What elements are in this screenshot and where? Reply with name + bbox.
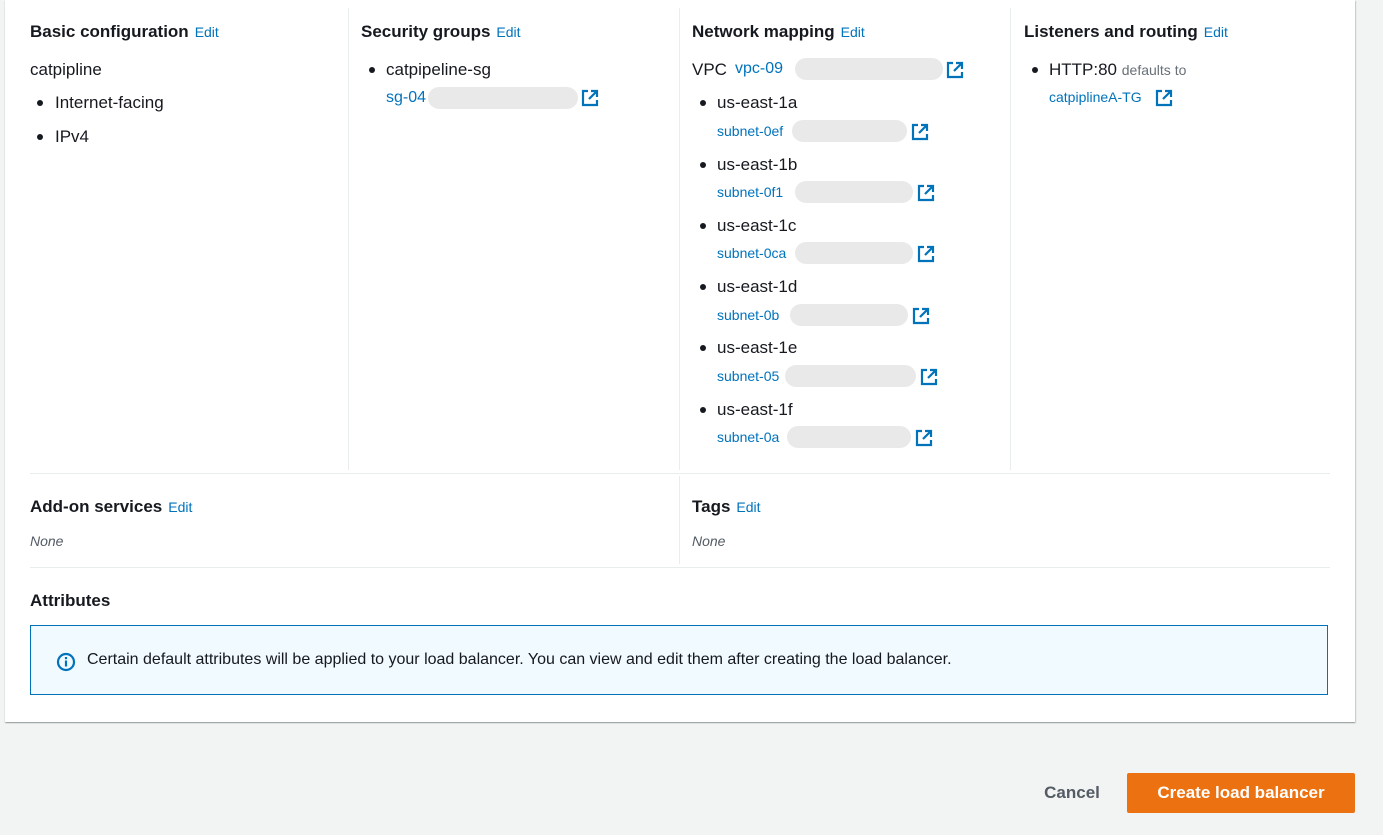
availability-zone: us-east-1c [717, 216, 797, 235]
load-balancer-name: catpipline [30, 60, 102, 79]
basic-configuration-title: Basic configuration Edit [30, 22, 219, 42]
vpc-label: VPC [692, 60, 727, 79]
column-divider [679, 8, 680, 470]
list-bullet [700, 284, 706, 290]
attributes-title: Attributes [30, 591, 111, 610]
availability-zone: us-east-1e [717, 338, 798, 357]
external-link-icon[interactable] [1155, 89, 1173, 107]
external-link-icon[interactable] [917, 184, 935, 202]
availability-zone: us-east-1f [717, 400, 793, 419]
basic-configuration-label: Basic configuration [30, 22, 189, 41]
cancel-button[interactable]: Cancel [1030, 774, 1114, 812]
external-link-icon[interactable] [946, 61, 964, 79]
redacted-value [795, 242, 913, 264]
column-divider [1010, 8, 1011, 470]
list-bullet [700, 407, 706, 413]
subnet-id-link[interactable]: subnet-05 [717, 368, 779, 384]
list-bullet [700, 345, 706, 351]
security-group-name: catpipeline-sg [386, 60, 491, 79]
security-group-id-link[interactable]: sg-04 [386, 89, 426, 107]
security-groups-title: Security groups Edit [361, 22, 521, 42]
list-bullet [37, 100, 43, 106]
list-bullet [700, 162, 706, 168]
addon-services-edit-link[interactable]: Edit [168, 499, 192, 515]
ip-address-type-value: IPv4 [55, 127, 90, 146]
defaults-to-label: defaults to [1121, 62, 1187, 78]
list-bullet [700, 100, 706, 106]
security-groups-edit-link[interactable]: Edit [496, 24, 520, 40]
addon-services-value: None [30, 533, 64, 549]
attributes-info-text: Certain default attributes will be appli… [87, 651, 952, 668]
redacted-value [795, 181, 913, 203]
addon-services-title: Add-on services Edit [30, 497, 192, 517]
availability-zone: us-east-1d [717, 277, 798, 296]
external-link-icon[interactable] [917, 245, 935, 263]
external-link-icon[interactable] [915, 429, 933, 447]
listeners-routing-label: Listeners and routing [1024, 22, 1198, 41]
redacted-value [787, 426, 911, 448]
redacted-value [792, 120, 907, 142]
network-mapping-title: Network mapping Edit [692, 22, 865, 42]
redacted-value [428, 87, 578, 109]
listeners-routing-edit-link[interactable]: Edit [1204, 24, 1228, 40]
info-icon [56, 652, 76, 672]
subnet-id-link[interactable]: subnet-0ef [717, 123, 783, 139]
external-link-icon[interactable] [581, 89, 599, 107]
availability-zone: us-east-1a [717, 93, 798, 112]
basic-configuration-edit-link[interactable]: Edit [195, 24, 219, 40]
addon-services-label: Add-on services [30, 497, 163, 516]
redacted-value [795, 58, 943, 80]
attributes-info-alert: Certain default attributes will be appli… [30, 625, 1328, 695]
listeners-routing-title: Listeners and routing Edit [1024, 22, 1228, 42]
tags-title: Tags Edit [692, 497, 761, 517]
section-divider [30, 473, 1330, 474]
redacted-value [785, 365, 916, 387]
listener-protocol-port: HTTP:80 [1049, 60, 1118, 79]
listener-entry: HTTP:80 defaults to [1049, 60, 1186, 80]
network-mapping-label: Network mapping [692, 22, 835, 41]
create-load-balancer-button[interactable]: Create load balancer [1127, 773, 1355, 813]
subnet-id-link[interactable]: subnet-0a [717, 429, 779, 445]
list-bullet [1032, 67, 1038, 73]
target-group-link[interactable]: catpiplineA-TG [1049, 89, 1142, 105]
review-panel: Basic configuration Edit catpipline Inter… [5, 0, 1355, 722]
tags-label: Tags [692, 497, 731, 516]
list-bullet [37, 134, 43, 140]
scheme-value: Internet-facing [55, 93, 164, 112]
network-mapping-edit-link[interactable]: Edit [841, 24, 865, 40]
column-divider [348, 8, 349, 470]
subnet-id-link[interactable]: subnet-0f1 [717, 184, 783, 200]
subnet-id-link[interactable]: subnet-0b [717, 307, 779, 323]
list-bullet [700, 223, 706, 229]
list-bullet [369, 67, 375, 73]
vpc-id-link[interactable]: vpc-09 [735, 60, 783, 78]
availability-zone: us-east-1b [717, 155, 798, 174]
tags-value: None [692, 533, 726, 549]
external-link-icon[interactable] [920, 368, 938, 386]
tags-edit-link[interactable]: Edit [736, 499, 760, 515]
external-link-icon[interactable] [911, 123, 929, 141]
external-link-icon[interactable] [912, 307, 930, 325]
redacted-value [790, 304, 908, 326]
column-divider [679, 476, 680, 564]
security-groups-label: Security groups [361, 22, 491, 41]
subnet-id-link[interactable]: subnet-0ca [717, 245, 786, 261]
section-divider [30, 567, 1330, 568]
